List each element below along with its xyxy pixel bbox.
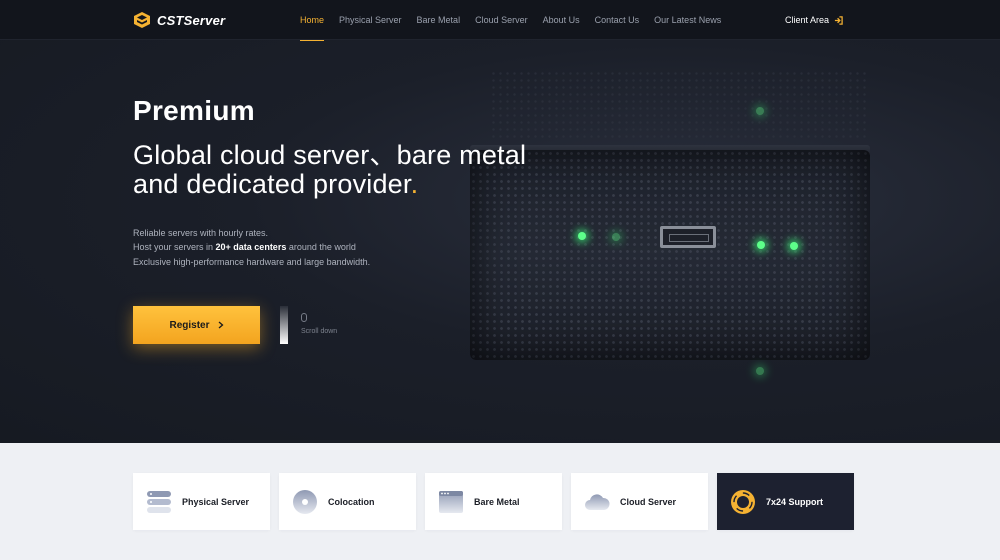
status-led-icon [790,242,798,250]
card-cloud-server[interactable]: Cloud Server [571,473,708,530]
card-label: Colocation [328,496,375,507]
nav-item-latest-news[interactable]: Our Latest News [654,0,721,40]
scroll-down-label[interactable]: Scroll down [301,328,337,335]
status-led-icon [756,107,764,115]
card-colocation[interactable]: Colocation [279,473,416,530]
status-led-icon [578,232,586,240]
register-button[interactable]: Register [133,306,260,344]
accent-dot: . [410,169,419,199]
card-label: 7x24 Support [766,496,824,507]
desc-2-prefix: Host your servers in [133,242,216,252]
server-grille-top [490,70,870,140]
register-button-label: Register [169,319,210,331]
desc-2-highlight: 20+ data centers [215,242,287,252]
status-led-icon [757,241,765,249]
server-stack-icon [147,490,171,513]
status-led-icon [756,367,764,375]
hero-subtitle-line-2: and dedicated provider. [133,169,418,200]
desc-2-suffix: around the world [286,242,356,252]
hero-title: Premium [133,95,255,126]
main-nav: Home Physical Server Bare Metal Cloud Se… [300,0,736,41]
card-label: Physical Server [182,496,250,507]
cube-logo-icon [134,12,150,28]
card-label: Bare Metal [474,496,520,507]
hero-section: CSTServer Home Physical Server Bare Meta… [0,0,1000,443]
client-area-label: Client Area [785,15,830,25]
server-hardware-image [470,70,890,400]
nav-item-physical-server[interactable]: Physical Server [339,0,402,40]
nav-item-contact-us[interactable]: Contact Us [595,0,640,40]
nav-item-about-us[interactable]: About Us [543,0,580,40]
status-led-icon [612,233,620,241]
top-navbar: CSTServer Home Physical Server Bare Meta… [0,0,1000,41]
client-area-link[interactable]: Client Area [785,0,843,40]
login-arrow-icon [834,15,843,25]
lifebuoy-icon [731,489,755,514]
feature-cards: Physical Server Colocation Bare Metal Cl… [133,473,854,530]
card-label: Cloud Server [620,496,677,507]
browser-window-icon [439,490,463,513]
hero-description-1: Reliable servers with hourly rates. [133,228,269,238]
nav-item-bare-metal[interactable]: Bare Metal [417,0,461,40]
card-physical-server[interactable]: Physical Server [133,473,270,530]
scroll-indicator-bar [280,306,288,344]
chevron-right-icon [218,321,223,329]
hero-subtitle-line-1: Global cloud server、bare metal [133,140,527,170]
nav-item-cloud-server[interactable]: Cloud Server [475,0,528,40]
mouse-icon [301,313,307,322]
usb-port-icon [660,226,716,248]
server-front-panel [470,150,870,360]
nav-item-home[interactable]: Home [300,0,325,41]
hero-description-3: Exclusive high-performance hardware and … [133,257,371,267]
brand-logo[interactable]: CSTServer [133,10,225,30]
cloud-icon [585,493,610,510]
card-bare-metal[interactable]: Bare Metal [425,473,562,530]
hero-line-2-text: and dedicated provider [133,169,411,199]
card-support[interactable]: 7x24 Support [717,473,854,530]
brand-name: CSTServer [157,12,226,28]
disc-icon [293,489,317,514]
hero-description-2: Host your servers in 20+ data centers ar… [133,242,356,252]
